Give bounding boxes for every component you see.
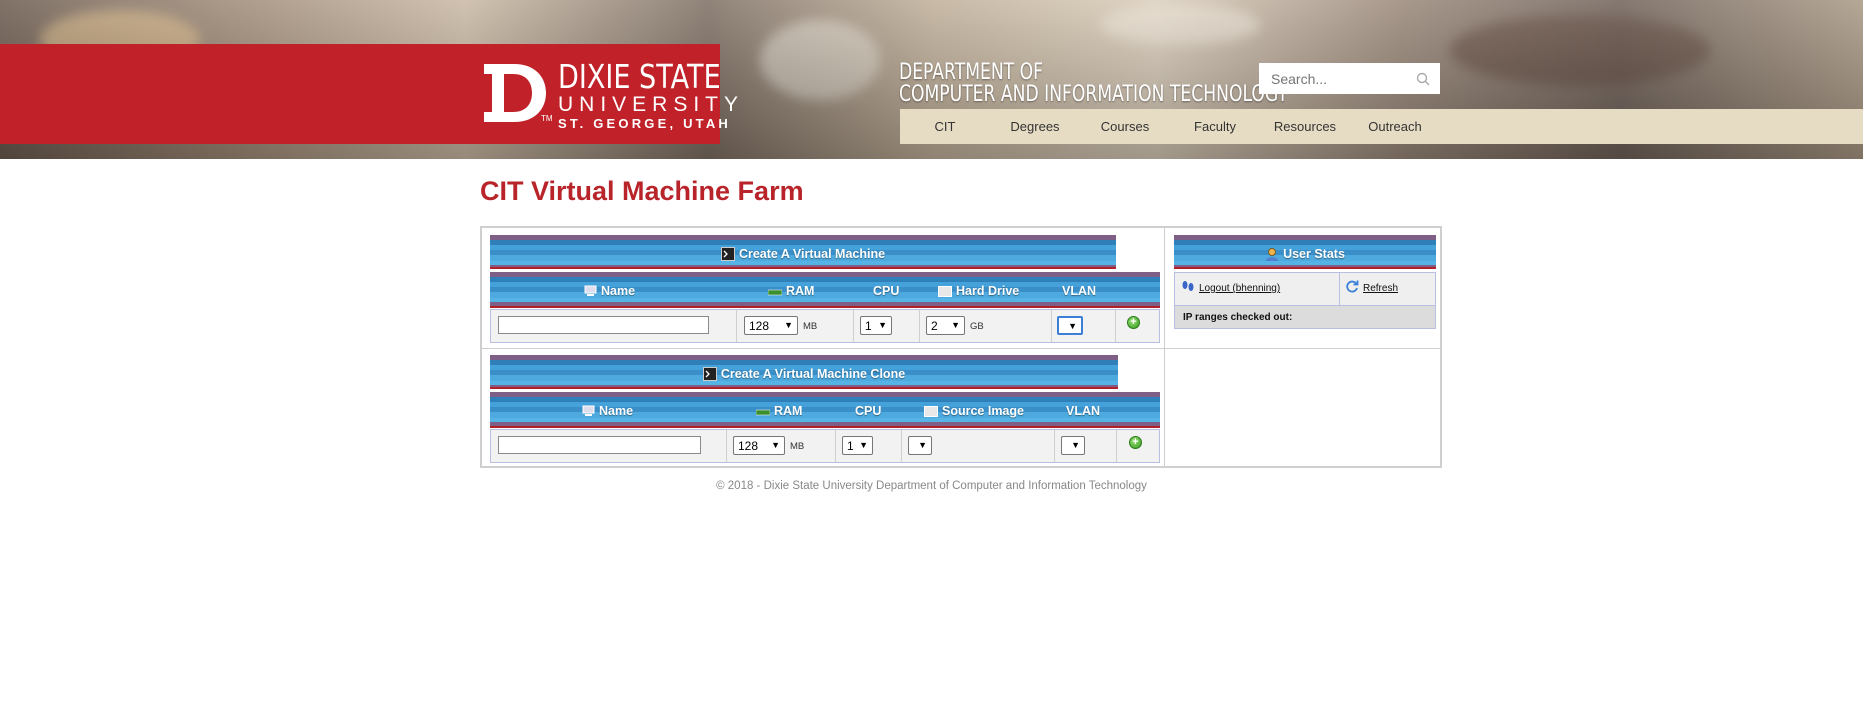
clone-ram-unit: MB xyxy=(790,441,805,452)
department-line1: DEPARTMENT OF xyxy=(899,60,1044,85)
create-vm-title: Create A Virtual Machine xyxy=(738,247,886,261)
chevron-down-icon: ▼ xyxy=(878,320,887,330)
nav-cit[interactable]: CIT xyxy=(900,119,990,134)
footer-copyright: © 2018 - Dixie State University Departme… xyxy=(716,480,1147,492)
vm-name-input[interactable] xyxy=(498,316,709,334)
nav-courses[interactable]: Courses xyxy=(1080,119,1170,134)
vm-ram-select[interactable]: 128 ▼ xyxy=(744,316,798,335)
col-ram: RAM xyxy=(756,404,802,418)
vm-ram-unit: MB xyxy=(803,321,818,332)
vm-disk-value: 2 xyxy=(931,318,938,333)
memory-icon xyxy=(756,409,770,416)
col-vlan: VLAN xyxy=(1062,284,1097,298)
chevron-down-icon: ▼ xyxy=(1068,321,1077,331)
create-vm-header: Create A Virtual Machine xyxy=(490,235,1116,269)
col-cpu: CPU xyxy=(855,404,882,418)
university-name: DIXIE STATE xyxy=(558,57,721,96)
add-clone-button[interactable]: + xyxy=(1129,436,1142,449)
clone-ram-value: 128 xyxy=(738,438,759,453)
col-ram-label: RAM xyxy=(774,404,803,418)
memory-icon xyxy=(768,289,782,296)
university-location: ST. GEORGE, UTAH xyxy=(558,116,732,131)
add-vm-button[interactable]: + xyxy=(1127,316,1140,329)
col-name: Name xyxy=(582,404,633,418)
refresh-label: Refresh xyxy=(1363,283,1399,294)
create-clone-header: Create A Virtual Machine Clone xyxy=(490,355,1118,389)
refresh-link[interactable]: Refresh xyxy=(1345,279,1398,294)
clone-vlan-select[interactable]: ▼ xyxy=(1061,436,1085,455)
col-cpu: CPU xyxy=(873,284,900,298)
col-source: Source Image xyxy=(924,404,1024,418)
clone-name-input[interactable] xyxy=(498,436,701,454)
clone-ram-select[interactable]: 128 ▼ xyxy=(733,436,785,455)
university-subname: UNIVERSITY xyxy=(558,93,745,116)
create-vm-column-headers: Name RAM CPU Hard Drive VLAN xyxy=(490,272,1160,308)
chevron-down-icon: ▼ xyxy=(771,440,780,450)
university-logo-icon[interactable] xyxy=(480,62,548,124)
create-clone-title: Create A Virtual Machine Clone xyxy=(720,367,906,381)
col-name: Name xyxy=(584,284,635,298)
chevron-down-icon: ▼ xyxy=(951,320,960,330)
computer-icon xyxy=(582,405,595,416)
col-disk-label: Hard Drive xyxy=(956,284,1020,298)
ip-ranges-row: IP ranges checked out: xyxy=(1174,305,1436,329)
department-title: DEPARTMENT OF COMPUTER AND INFORMATION T… xyxy=(899,62,1288,106)
chevron-down-icon: ▼ xyxy=(1071,440,1080,450)
nav-outreach[interactable]: Outreach xyxy=(1350,119,1440,134)
terminal-icon xyxy=(702,367,717,381)
layout-divider-vertical xyxy=(1164,228,1165,466)
footprints-icon xyxy=(1182,281,1194,291)
search-icon[interactable] xyxy=(1416,72,1430,86)
col-vlan: VLAN xyxy=(1066,404,1101,418)
user-stats-header: User Stats xyxy=(1174,235,1436,269)
computer-icon xyxy=(584,285,597,296)
terminal-icon xyxy=(720,247,735,261)
chevron-down-icon: ▼ xyxy=(859,440,868,450)
col-disk: Hard Drive xyxy=(938,284,1019,298)
create-clone-row: 128 ▼ MB 1 ▼ ▼ ▼ + xyxy=(490,429,1160,463)
vm-vlan-select[interactable]: ▼ xyxy=(1057,316,1083,335)
user-stats-title: User Stats xyxy=(1283,247,1345,261)
vm-disk-unit: GB xyxy=(970,321,984,332)
col-ram-label: RAM xyxy=(786,284,815,298)
vm-ram-value: 128 xyxy=(749,318,770,333)
nav-degrees[interactable]: Degrees xyxy=(990,119,1080,134)
chevron-down-icon: ▼ xyxy=(784,320,793,330)
clone-cpu-value: 1 xyxy=(847,438,854,453)
create-clone-column-headers: Name RAM CPU Source Image VLAN xyxy=(490,392,1160,428)
create-vm-row: 128 ▼ MB 1 ▼ 2 ▼ GB ▼ + xyxy=(490,309,1160,343)
source-image-select[interactable]: ▼ xyxy=(908,436,932,455)
search-box xyxy=(1259,63,1440,94)
disk-image-icon xyxy=(924,406,938,417)
user-stats-actions: Logout (bhenning) Refresh xyxy=(1174,272,1436,306)
col-ram: RAM xyxy=(768,284,814,298)
col-source-label: Source Image xyxy=(942,404,1024,418)
nav-faculty[interactable]: Faculty xyxy=(1170,119,1260,134)
ip-ranges-label: IP ranges checked out: xyxy=(1183,312,1293,323)
layout-divider-horizontal xyxy=(482,348,1440,349)
col-name-label: Name xyxy=(601,284,636,298)
logout-link[interactable]: Logout (bhenning) xyxy=(1181,279,1280,294)
clone-cpu-select[interactable]: 1 ▼ xyxy=(842,436,873,455)
chevron-down-icon: ▼ xyxy=(918,440,927,450)
vm-cpu-value: 1 xyxy=(865,318,872,333)
refresh-icon xyxy=(1346,280,1359,293)
search-input[interactable] xyxy=(1269,69,1413,88)
department-line2: COMPUTER AND INFORMATION TECHNOLOGY xyxy=(899,82,1288,107)
hard-drive-icon xyxy=(938,286,952,297)
user-icon xyxy=(1266,248,1279,261)
main-nav: CIT Degrees Courses Faculty Resources Ou… xyxy=(900,109,1863,144)
university-wordmark[interactable]: DIXIE STATE UNIVERSITY ST. GEORGE, UTAH xyxy=(558,60,756,130)
trademark: TM xyxy=(541,114,553,123)
logout-label: Logout (bhenning) xyxy=(1199,283,1281,294)
vm-farm-layout: Create A Virtual Machine Name RAM CPU Ha… xyxy=(480,226,1442,468)
col-name-label: Name xyxy=(599,404,634,418)
vm-cpu-select[interactable]: 1 ▼ xyxy=(860,316,892,335)
vm-disk-select[interactable]: 2 ▼ xyxy=(926,316,965,335)
page-title: CIT Virtual Machine Farm xyxy=(480,176,804,206)
nav-resources[interactable]: Resources xyxy=(1260,119,1350,134)
